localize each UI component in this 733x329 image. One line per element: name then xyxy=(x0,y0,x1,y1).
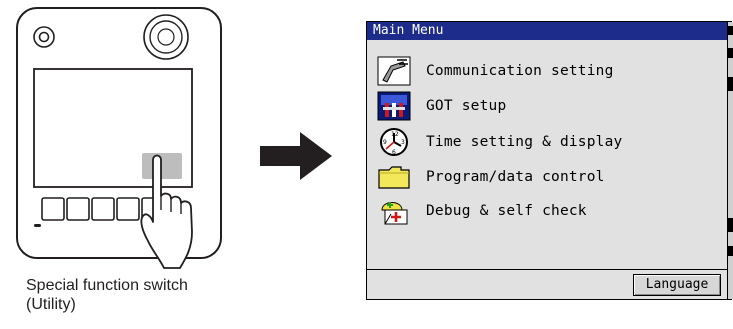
scroll-down-icon[interactable] xyxy=(728,246,733,256)
menu-item-communication-setting[interactable]: Communication setting xyxy=(377,56,722,86)
language-button[interactable]: Language xyxy=(633,274,721,296)
bottom-divider xyxy=(367,269,727,270)
communication-icon xyxy=(377,56,411,86)
device-caption: Special function switch (Utility) xyxy=(26,276,241,314)
scroll-up-icon[interactable] xyxy=(728,48,733,58)
caption-line-1: Special function switch xyxy=(26,277,188,294)
folder-icon xyxy=(378,166,410,189)
menu-item-time-setting-display[interactable]: 12 3 6 9 Time setting & display xyxy=(377,127,722,157)
svg-text:6: 6 xyxy=(392,149,396,156)
device-led xyxy=(34,224,41,227)
window-title: Main Menu xyxy=(367,22,727,40)
menu-item-label: Debug & self check xyxy=(426,203,587,219)
right-side-controls xyxy=(727,22,733,299)
svg-text:12: 12 xyxy=(391,131,399,138)
menu-item-program-data-control[interactable]: Program/data control xyxy=(377,162,722,192)
page-down-icon[interactable] xyxy=(728,218,733,232)
device-knob-left xyxy=(33,26,55,48)
got-setup-icon xyxy=(377,91,411,121)
menu-item-label: Program/data control xyxy=(426,169,605,185)
menu-item-label: GOT setup xyxy=(426,98,507,114)
menu-item-got-setup[interactable]: GOT setup xyxy=(377,91,722,121)
device-emergency-stop xyxy=(143,14,189,60)
page-up-icon[interactable] xyxy=(728,77,733,91)
menu-item-debug-self-check[interactable]: Debug & self check xyxy=(377,196,722,226)
got-main-menu-screen: Main Menu Communication setting GOT setu… xyxy=(366,21,733,300)
right-arrow-icon xyxy=(260,132,332,180)
clock-icon: 12 3 6 9 xyxy=(380,128,408,156)
caption-line-2: (Utility) xyxy=(26,296,76,313)
close-icon[interactable] xyxy=(728,26,733,35)
menu-item-label: Time setting & display xyxy=(426,134,623,150)
svg-text:9: 9 xyxy=(383,139,387,146)
debug-icon xyxy=(381,202,408,225)
special-function-switch[interactable] xyxy=(142,153,182,179)
svg-text:3: 3 xyxy=(401,139,405,146)
menu-item-label: Communication setting xyxy=(426,63,614,79)
